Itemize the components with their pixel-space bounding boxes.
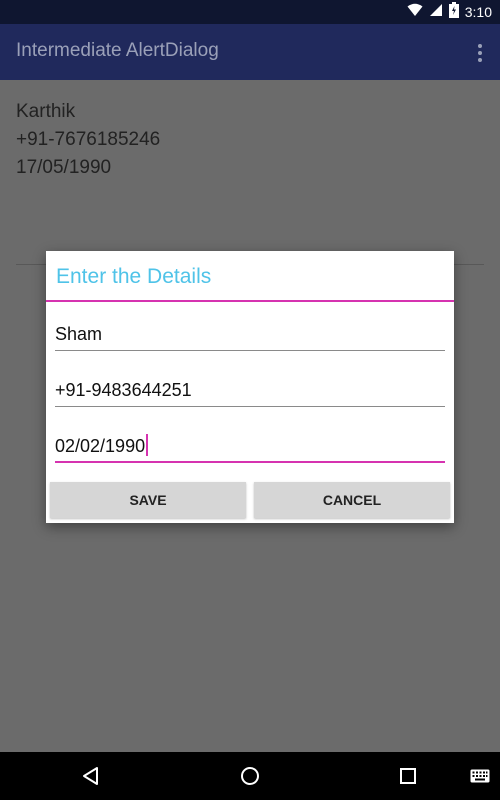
list-item[interactable]: Karthik +91-7676185246 17/05/1990 — [16, 98, 484, 182]
home-icon[interactable] — [240, 766, 260, 791]
more-vert-icon[interactable] — [472, 44, 488, 62]
keyboard-icon[interactable] — [470, 769, 490, 788]
back-icon[interactable] — [81, 766, 101, 791]
cancel-button[interactable]: CANCEL — [254, 482, 450, 518]
recents-icon[interactable] — [400, 768, 416, 789]
details-dialog: Enter the Details Sham +91-9483644251 02… — [46, 251, 454, 523]
signal-icon — [429, 3, 443, 22]
status-bar: 3:10 — [0, 0, 500, 24]
text-cursor — [146, 434, 149, 456]
dob-field-value: 02/02/1990 — [55, 436, 146, 456]
app-title: Intermediate AlertDialog — [16, 40, 219, 61]
name-field[interactable]: Sham — [55, 321, 445, 351]
contact-name: Karthik — [16, 101, 76, 122]
name-field-underline — [55, 350, 445, 351]
dob-field-underline — [55, 461, 445, 463]
title-divider — [46, 300, 454, 302]
save-button[interactable]: SAVE — [50, 482, 246, 518]
navigation-bar — [0, 752, 500, 800]
phone-field[interactable]: +91-9483644251 — [55, 377, 445, 407]
app-bar: Intermediate AlertDialog — [0, 24, 500, 80]
dob-field[interactable]: 02/02/1990 — [55, 433, 445, 463]
battery-icon — [448, 1, 459, 23]
wifi-icon — [407, 3, 423, 22]
overflow-dot — [478, 44, 482, 48]
overflow-dot — [478, 51, 482, 55]
dialog-title: Enter the Details — [56, 265, 212, 288]
dob-field-value-wrap: 02/02/1990 — [55, 434, 149, 457]
contact-dob: 17/05/1990 — [16, 157, 112, 178]
name-field-value: Sham — [55, 324, 103, 344]
status-time: 3:10 — [464, 4, 492, 20]
contact-phone: +91-7676185246 — [16, 129, 161, 150]
status-icons: 3:10 — [407, 0, 492, 24]
overflow-dot — [478, 58, 482, 62]
phone-field-value: +91-9483644251 — [55, 380, 192, 400]
phone-field-underline — [55, 406, 445, 407]
